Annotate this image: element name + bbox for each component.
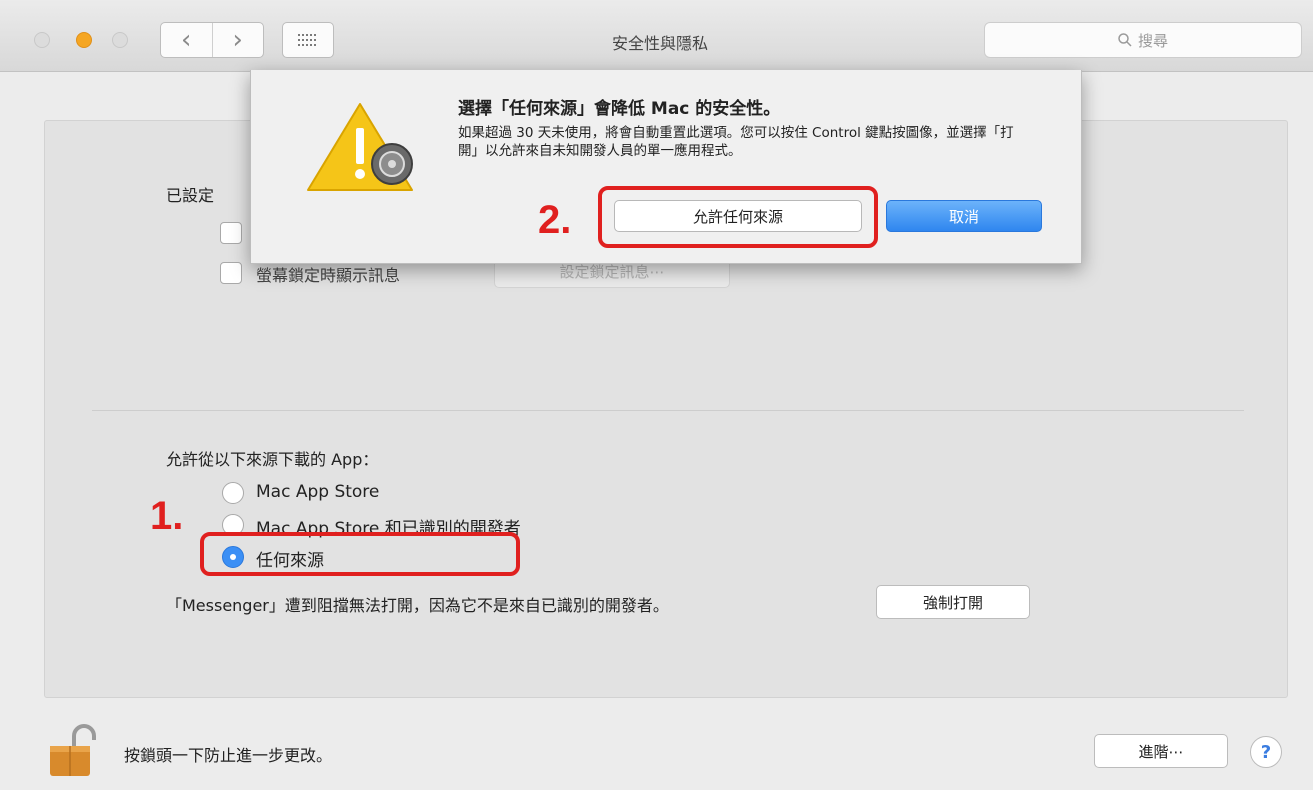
nav-button-group: ‹ ›: [160, 22, 264, 58]
cancel-button[interactable]: 取消: [886, 200, 1042, 232]
section-divider: [92, 410, 1244, 411]
chevron-right-icon: ›: [232, 25, 243, 55]
annotation-box-1: [200, 532, 520, 576]
advanced-button[interactable]: 進階⋯: [1094, 734, 1228, 768]
blocked-app-message-text: 「Messenger」遭到阻擋無法打開，因為它不是來自已識別的開發者。: [166, 596, 669, 615]
radio-label-mac-app-store: Mac App Store: [256, 482, 380, 502]
search-icon: [1118, 33, 1132, 47]
radio-mac-app-store[interactable]: [222, 482, 244, 504]
window-title: 安全性與隱私: [611, 34, 708, 53]
search-input[interactable]: 搜尋: [984, 22, 1302, 58]
allow-apps-label: 允許從以下來源下載的 App：: [166, 450, 379, 469]
annotation-box-2: [598, 186, 878, 248]
annotation-step-2: 2.: [538, 198, 572, 242]
show-all-button[interactable]: [282, 22, 334, 58]
show-message-label: 螢幕鎖定時顯示訊息: [256, 266, 401, 285]
dialog-body: 如果超過 30 天未使用，將會自動重置此選項。您可以按住 Control 鍵點按…: [458, 125, 1014, 159]
minimize-window-button[interactable]: [76, 32, 92, 48]
title-bar: ‹ › 安全性與隱私 搜尋: [0, 0, 1313, 72]
search-placeholder: 搜尋: [1137, 31, 1168, 50]
zoom-window-button[interactable]: [112, 32, 128, 48]
warning-icon: [307, 103, 413, 191]
forward-button[interactable]: ›: [211, 23, 264, 57]
blocked-app-message: 「Messenger」遭到阻擋無法打開，因為它不是來自已識別的開發者。: [166, 594, 866, 618]
annotation-step-1: 1.: [150, 494, 184, 538]
help-button[interactable]: ?: [1250, 736, 1282, 768]
back-button[interactable]: ‹: [161, 23, 212, 57]
close-window-button[interactable]: [34, 32, 50, 48]
dialog-title: 選擇「任何來源」會降低 Mac 的安全性。: [458, 99, 781, 119]
grid-icon: [298, 34, 316, 46]
set-password-label: 已設定: [166, 186, 215, 205]
lock-instruction-text: 按鎖頭一下防止進一步更改。: [124, 746, 333, 765]
chevron-left-icon: ‹: [181, 25, 192, 55]
open-anyway-button[interactable]: 強制打開: [876, 585, 1030, 619]
require-password-checkbox[interactable]: [220, 222, 242, 244]
show-message-checkbox[interactable]: [220, 262, 242, 284]
lock-icon[interactable]: [44, 722, 104, 778]
